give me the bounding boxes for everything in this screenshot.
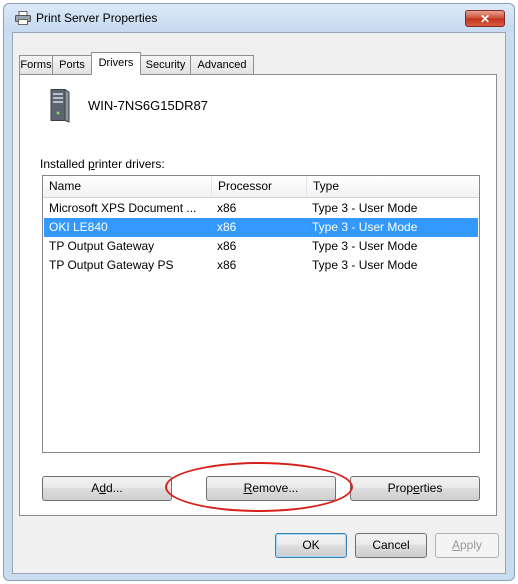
column-header-name[interactable]: Name bbox=[43, 176, 212, 197]
server-tower-icon bbox=[50, 89, 70, 123]
driver-row[interactable]: Microsoft XPS Document ... x86 Type 3 - … bbox=[44, 199, 478, 218]
installed-drivers-label: Installed printer drivers: bbox=[40, 157, 165, 171]
driver-row[interactable]: TP Output Gateway x86 Type 3 - User Mode bbox=[44, 237, 478, 256]
server-name: WIN-7NS6G15DR87 bbox=[88, 98, 208, 113]
properties-post: rties bbox=[419, 481, 443, 495]
apply-hotkey: A bbox=[451, 538, 460, 552]
add-hotkey: d bbox=[99, 481, 106, 495]
close-button[interactable]: ✕ bbox=[465, 10, 505, 27]
driver-properties-button[interactable]: Properties bbox=[350, 476, 480, 501]
tab-advanced[interactable]: Advanced bbox=[190, 55, 254, 74]
driver-type: Type 3 - User Mode bbox=[312, 258, 418, 272]
column-header-type[interactable]: Type bbox=[307, 176, 479, 197]
tab-drivers[interactable]: Drivers bbox=[91, 52, 141, 75]
remove-hotkey: R bbox=[243, 481, 253, 495]
printer-icon bbox=[15, 11, 31, 25]
properties-hotkey: e bbox=[413, 481, 420, 495]
driver-type: Type 3 - User Mode bbox=[312, 201, 418, 215]
add-post: d... bbox=[106, 481, 123, 495]
add-driver-button[interactable]: Add... bbox=[42, 476, 172, 501]
window-title: Print Server Properties bbox=[36, 11, 158, 25]
driver-name: Microsoft XPS Document ... bbox=[49, 201, 197, 215]
driver-name: TP Output Gateway bbox=[49, 239, 155, 253]
remove-driver-button[interactable]: Remove... bbox=[206, 476, 336, 501]
list-header: Name Processor Type bbox=[43, 176, 479, 198]
driver-row-selected[interactable]: OKI LE840 x86 Type 3 - User Mode bbox=[44, 218, 478, 237]
properties-pre: Prop bbox=[387, 481, 413, 495]
title-bar[interactable]: Print Server Properties ✕ bbox=[4, 4, 514, 32]
print-server-properties-window: Print Server Properties ✕ Forms Ports Dr… bbox=[3, 3, 515, 581]
driver-processor: x86 bbox=[217, 220, 237, 234]
printer-drivers-list[interactable]: Name Processor Type Microsoft XPS Docume… bbox=[42, 175, 480, 453]
apply-rest: pply bbox=[460, 538, 483, 552]
apply-button[interactable]: Apply bbox=[435, 533, 499, 558]
tab-ports[interactable]: Ports bbox=[52, 55, 92, 74]
caption-hotkey: p bbox=[88, 157, 95, 171]
driver-type: Type 3 - User Mode bbox=[312, 220, 418, 234]
driver-processor: x86 bbox=[217, 239, 237, 253]
column-header-processor[interactable]: Processor bbox=[212, 176, 307, 197]
driver-row[interactable]: TP Output Gateway PS x86 Type 3 - User M… bbox=[44, 256, 478, 275]
close-icon: ✕ bbox=[479, 11, 491, 26]
tab-security[interactable]: Security bbox=[140, 55, 191, 74]
dialog-client-area: Forms Ports Drivers Security Advanced WI… bbox=[12, 32, 506, 574]
caption-prefix: Installed bbox=[40, 157, 89, 171]
driver-name: OKI LE840 bbox=[49, 220, 108, 234]
driver-name: TP Output Gateway PS bbox=[49, 258, 174, 272]
cancel-button[interactable]: Cancel bbox=[355, 533, 427, 558]
remove-post: emove... bbox=[252, 481, 299, 495]
ok-button[interactable]: OK bbox=[275, 533, 347, 558]
driver-processor: x86 bbox=[217, 258, 237, 272]
driver-processor: x86 bbox=[217, 201, 237, 215]
drivers-tab-panel: WIN-7NS6G15DR87 Installed printer driver… bbox=[19, 74, 497, 516]
caption-suffix: rinter drivers: bbox=[94, 157, 165, 171]
tab-forms[interactable]: Forms bbox=[19, 55, 53, 74]
driver-type: Type 3 - User Mode bbox=[312, 239, 418, 253]
